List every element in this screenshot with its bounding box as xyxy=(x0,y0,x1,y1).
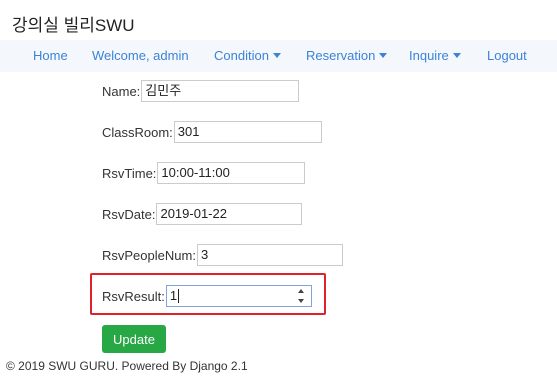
nav-inquire-dropdown[interactable]: Inquire xyxy=(409,48,461,63)
nav-logout[interactable]: Logout xyxy=(487,48,527,63)
brand-title[interactable]: 강의실 빌리SWU xyxy=(12,11,135,36)
nav-home[interactable]: Home xyxy=(33,48,68,63)
classroom-label: ClassRoom: xyxy=(102,124,173,140)
footer-text: © 2019 SWU GURU. Powered By Django 2.1 xyxy=(6,359,248,373)
form-row-rsvdate: RsvDate: 2019-01-22 xyxy=(102,202,303,226)
rsvdate-field[interactable]: 2019-01-22 xyxy=(156,203,303,225)
update-button[interactable]: Update xyxy=(102,325,166,353)
classroom-field[interactable]: 301 xyxy=(173,121,322,143)
form-row-rsvpeoplenum: RsvPeopleNum: 3 xyxy=(102,243,343,267)
rsvdate-label: RsvDate: xyxy=(102,206,156,222)
nav-condition-label: Condition xyxy=(214,48,269,63)
navbar: Home Welcome, admin Condition Reservatio… xyxy=(0,40,557,72)
chevron-down-icon xyxy=(272,53,281,58)
rsvpeoplenum-label: RsvPeopleNum: xyxy=(102,247,196,263)
name-field[interactable]: 김민주 xyxy=(141,80,300,102)
chevron-down-icon xyxy=(379,53,388,58)
nav-inquire-label: Inquire xyxy=(409,48,449,63)
chevron-down-icon xyxy=(452,53,461,58)
nav-reservation-dropdown[interactable]: Reservation xyxy=(306,48,388,63)
highlight-box xyxy=(90,273,326,315)
rsvtime-label: RsvTime: xyxy=(102,165,157,181)
form-row-classroom: ClassRoom: 301 xyxy=(102,120,322,144)
rsvtime-field[interactable]: 10:00-11:00 xyxy=(157,162,306,184)
nav-welcome[interactable]: Welcome, admin xyxy=(92,48,189,63)
rsvpeoplenum-field[interactable]: 3 xyxy=(196,244,343,266)
nav-condition-dropdown[interactable]: Condition xyxy=(214,48,281,63)
nav-reservation-label: Reservation xyxy=(306,48,376,63)
name-label: Name: xyxy=(102,83,141,99)
form-row-name: Name: 김민주 xyxy=(102,79,300,103)
form-row-rsvtime: RsvTime: 10:00-11:00 xyxy=(102,161,306,185)
